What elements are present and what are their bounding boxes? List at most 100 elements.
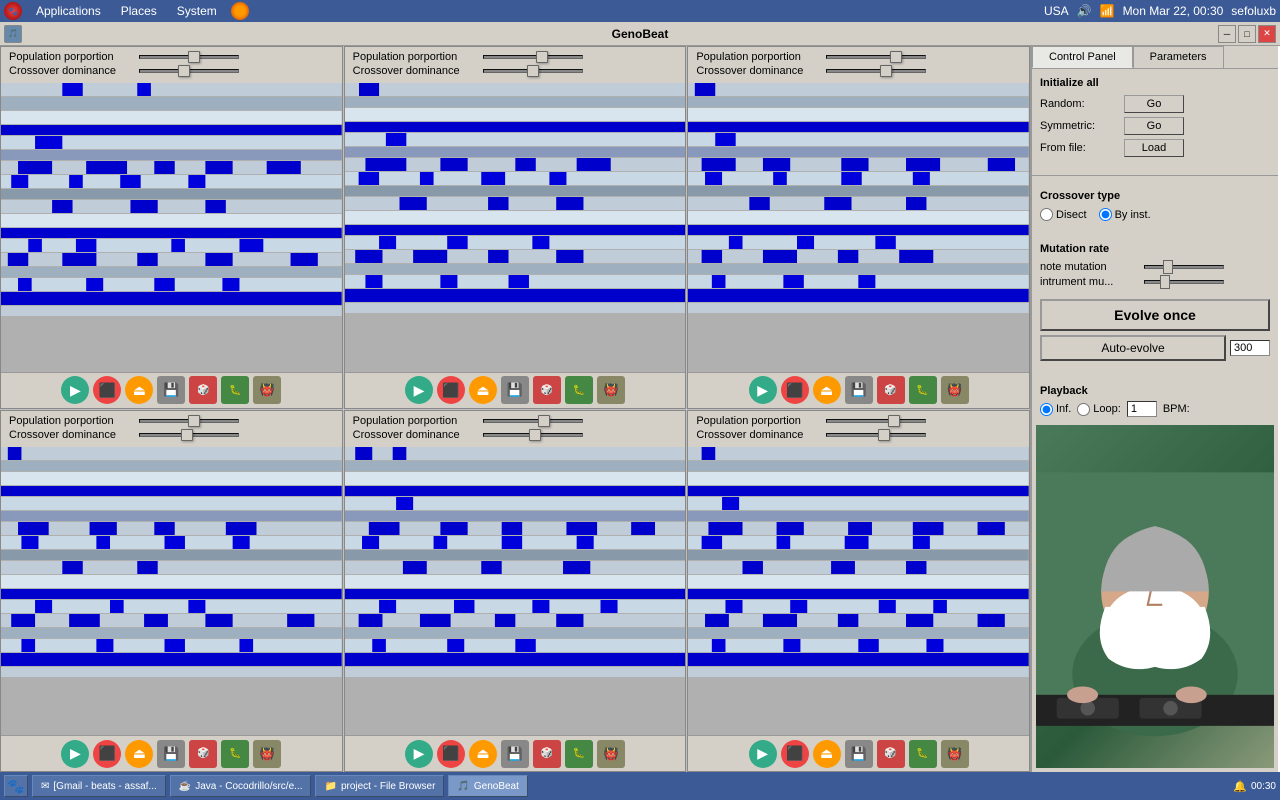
other-btn-4[interactable]: 👹	[253, 740, 281, 768]
dice-btn-1[interactable]: 🎲	[189, 376, 217, 404]
cross-slider-1[interactable]	[139, 69, 239, 73]
play-btn-5[interactable]: ▶	[405, 740, 433, 768]
loop-value[interactable]	[1127, 401, 1157, 417]
play-btn-3[interactable]: ▶	[749, 376, 777, 404]
eject-btn-6[interactable]: ⏏	[813, 740, 841, 768]
save-btn-4[interactable]: 💾	[157, 740, 185, 768]
byinst-radio[interactable]	[1099, 208, 1112, 221]
beat-grid-6[interactable]	[688, 447, 1029, 736]
evolve-once-button[interactable]: Evolve once	[1040, 299, 1270, 331]
stop-btn-6[interactable]: ⬛	[781, 740, 809, 768]
control-panel-tab[interactable]: Control Panel	[1032, 46, 1133, 68]
load-button[interactable]: Load	[1124, 139, 1184, 157]
symmetric-go-button[interactable]: Go	[1124, 117, 1184, 135]
close-button[interactable]: ✕	[1258, 25, 1276, 43]
save-btn-3[interactable]: 💾	[845, 376, 873, 404]
other-btn-3[interactable]: 👹	[941, 376, 969, 404]
parameters-tab[interactable]: Parameters	[1133, 46, 1224, 68]
taskbar-files[interactable]: 📁 project - File Browser	[315, 775, 444, 797]
taskbar-java[interactable]: ☕ Java - Cocodrillo/src/e...	[170, 775, 312, 797]
inf-radio[interactable]	[1040, 403, 1053, 416]
save-btn-6[interactable]: 💾	[845, 740, 873, 768]
pop-slider-2[interactable]	[483, 55, 583, 59]
firefox-icon[interactable]	[231, 2, 249, 20]
dice-btn-3[interactable]: 🎲	[877, 376, 905, 404]
instr-mutation-slider[interactable]	[1144, 280, 1224, 284]
bug-btn-4[interactable]: 🐛	[221, 740, 249, 768]
other-btn-2[interactable]: 👹	[597, 376, 625, 404]
taskbar-gmail[interactable]: ✉ [Gmail - beats - assaf...	[32, 775, 166, 797]
cross-slider-2[interactable]	[483, 69, 583, 73]
applications-menu[interactable]: Applications	[30, 2, 107, 20]
cross-slider-4[interactable]	[139, 433, 239, 437]
other-btn-6[interactable]: 👹	[941, 740, 969, 768]
play-btn-4[interactable]: ▶	[61, 740, 89, 768]
volume-icon[interactable]: 🔊	[1077, 4, 1092, 18]
panel-5-actions: ▶ ⬛ ⏏ 💾 🎲 🐛 👹	[345, 735, 686, 771]
bug-btn-3[interactable]: 🐛	[909, 376, 937, 404]
save-btn-2[interactable]: 💾	[501, 376, 529, 404]
cross-slider-6[interactable]	[826, 433, 926, 437]
random-go-button[interactable]: Go	[1124, 95, 1184, 113]
taskbar-genobeat[interactable]: 🎵 GenoBeat	[448, 775, 528, 797]
auto-evolve-button[interactable]: Auto-evolve	[1040, 335, 1226, 361]
stop-btn-5[interactable]: ⬛	[437, 740, 465, 768]
save-btn-1[interactable]: 💾	[157, 376, 185, 404]
stop-btn-1[interactable]: ⬛	[93, 376, 121, 404]
cross-slider-5[interactable]	[483, 433, 583, 437]
pop-label-6: Population porportion	[696, 415, 826, 427]
play-btn-1[interactable]: ▶	[61, 376, 89, 404]
dice-btn-6[interactable]: 🎲	[877, 740, 905, 768]
pop-slider-5[interactable]	[483, 419, 583, 423]
dice-btn-4[interactable]: 🎲	[189, 740, 217, 768]
eject-btn-1[interactable]: ⏏	[125, 376, 153, 404]
note-mutation-slider[interactable]	[1144, 265, 1224, 269]
pop-slider-1[interactable]	[139, 55, 239, 59]
cross-label-6: Crossover dominance	[696, 429, 826, 441]
disect-radio[interactable]	[1040, 208, 1053, 221]
taskbar-time: 00:30	[1251, 781, 1276, 792]
beat-grid-1[interactable]	[1, 83, 342, 372]
play-btn-6[interactable]: ▶	[749, 740, 777, 768]
eject-btn-5[interactable]: ⏏	[469, 740, 497, 768]
loop-radio-label[interactable]: Loop:	[1077, 403, 1121, 416]
pop-slider-3[interactable]	[826, 55, 926, 59]
other-btn-1[interactable]: 👹	[253, 376, 281, 404]
pop-slider-6[interactable]	[826, 419, 926, 423]
inf-radio-label[interactable]: Inf.	[1040, 403, 1071, 416]
maximize-button[interactable]: □	[1238, 25, 1256, 43]
start-icon[interactable]: 🐾	[4, 775, 28, 797]
stop-btn-3[interactable]: ⬛	[781, 376, 809, 404]
bug-btn-6[interactable]: 🐛	[909, 740, 937, 768]
bug-btn-2[interactable]: 🐛	[565, 376, 593, 404]
stop-btn-4[interactable]: ⬛	[93, 740, 121, 768]
places-menu[interactable]: Places	[115, 2, 163, 20]
loop-radio[interactable]	[1077, 403, 1090, 416]
beat-grid-2[interactable]	[345, 83, 686, 372]
cross-slider-3[interactable]	[826, 69, 926, 73]
bug-btn-5[interactable]: 🐛	[565, 740, 593, 768]
init-section: Initialize all Random: Go Symmetric: Go …	[1032, 69, 1278, 169]
dice-btn-2[interactable]: 🎲	[533, 376, 561, 404]
pop-slider-4[interactable]	[139, 419, 239, 423]
save-btn-5[interactable]: 💾	[501, 740, 529, 768]
eject-btn-2[interactable]: ⏏	[469, 376, 497, 404]
taskbar-notification-icon: 🔔	[1233, 780, 1247, 793]
beat-grid-5[interactable]	[345, 447, 686, 736]
darwin-image	[1036, 425, 1274, 768]
minimize-button[interactable]: ─	[1218, 25, 1236, 43]
eject-btn-4[interactable]: ⏏	[125, 740, 153, 768]
eject-btn-3[interactable]: ⏏	[813, 376, 841, 404]
play-btn-2[interactable]: ▶	[405, 376, 433, 404]
stop-btn-2[interactable]: ⬛	[437, 376, 465, 404]
disect-radio-label[interactable]: Disect	[1040, 208, 1087, 221]
beat-grid-3[interactable]	[688, 83, 1029, 372]
auto-evolve-value[interactable]	[1230, 340, 1270, 356]
beat-grid-4[interactable]	[1, 447, 342, 736]
dice-btn-5[interactable]: 🎲	[533, 740, 561, 768]
pop-label-5: Population porportion	[353, 415, 483, 427]
system-menu[interactable]: System	[171, 2, 223, 20]
byinst-radio-label[interactable]: By inst.	[1099, 208, 1151, 221]
bug-btn-1[interactable]: 🐛	[221, 376, 249, 404]
other-btn-5[interactable]: 👹	[597, 740, 625, 768]
